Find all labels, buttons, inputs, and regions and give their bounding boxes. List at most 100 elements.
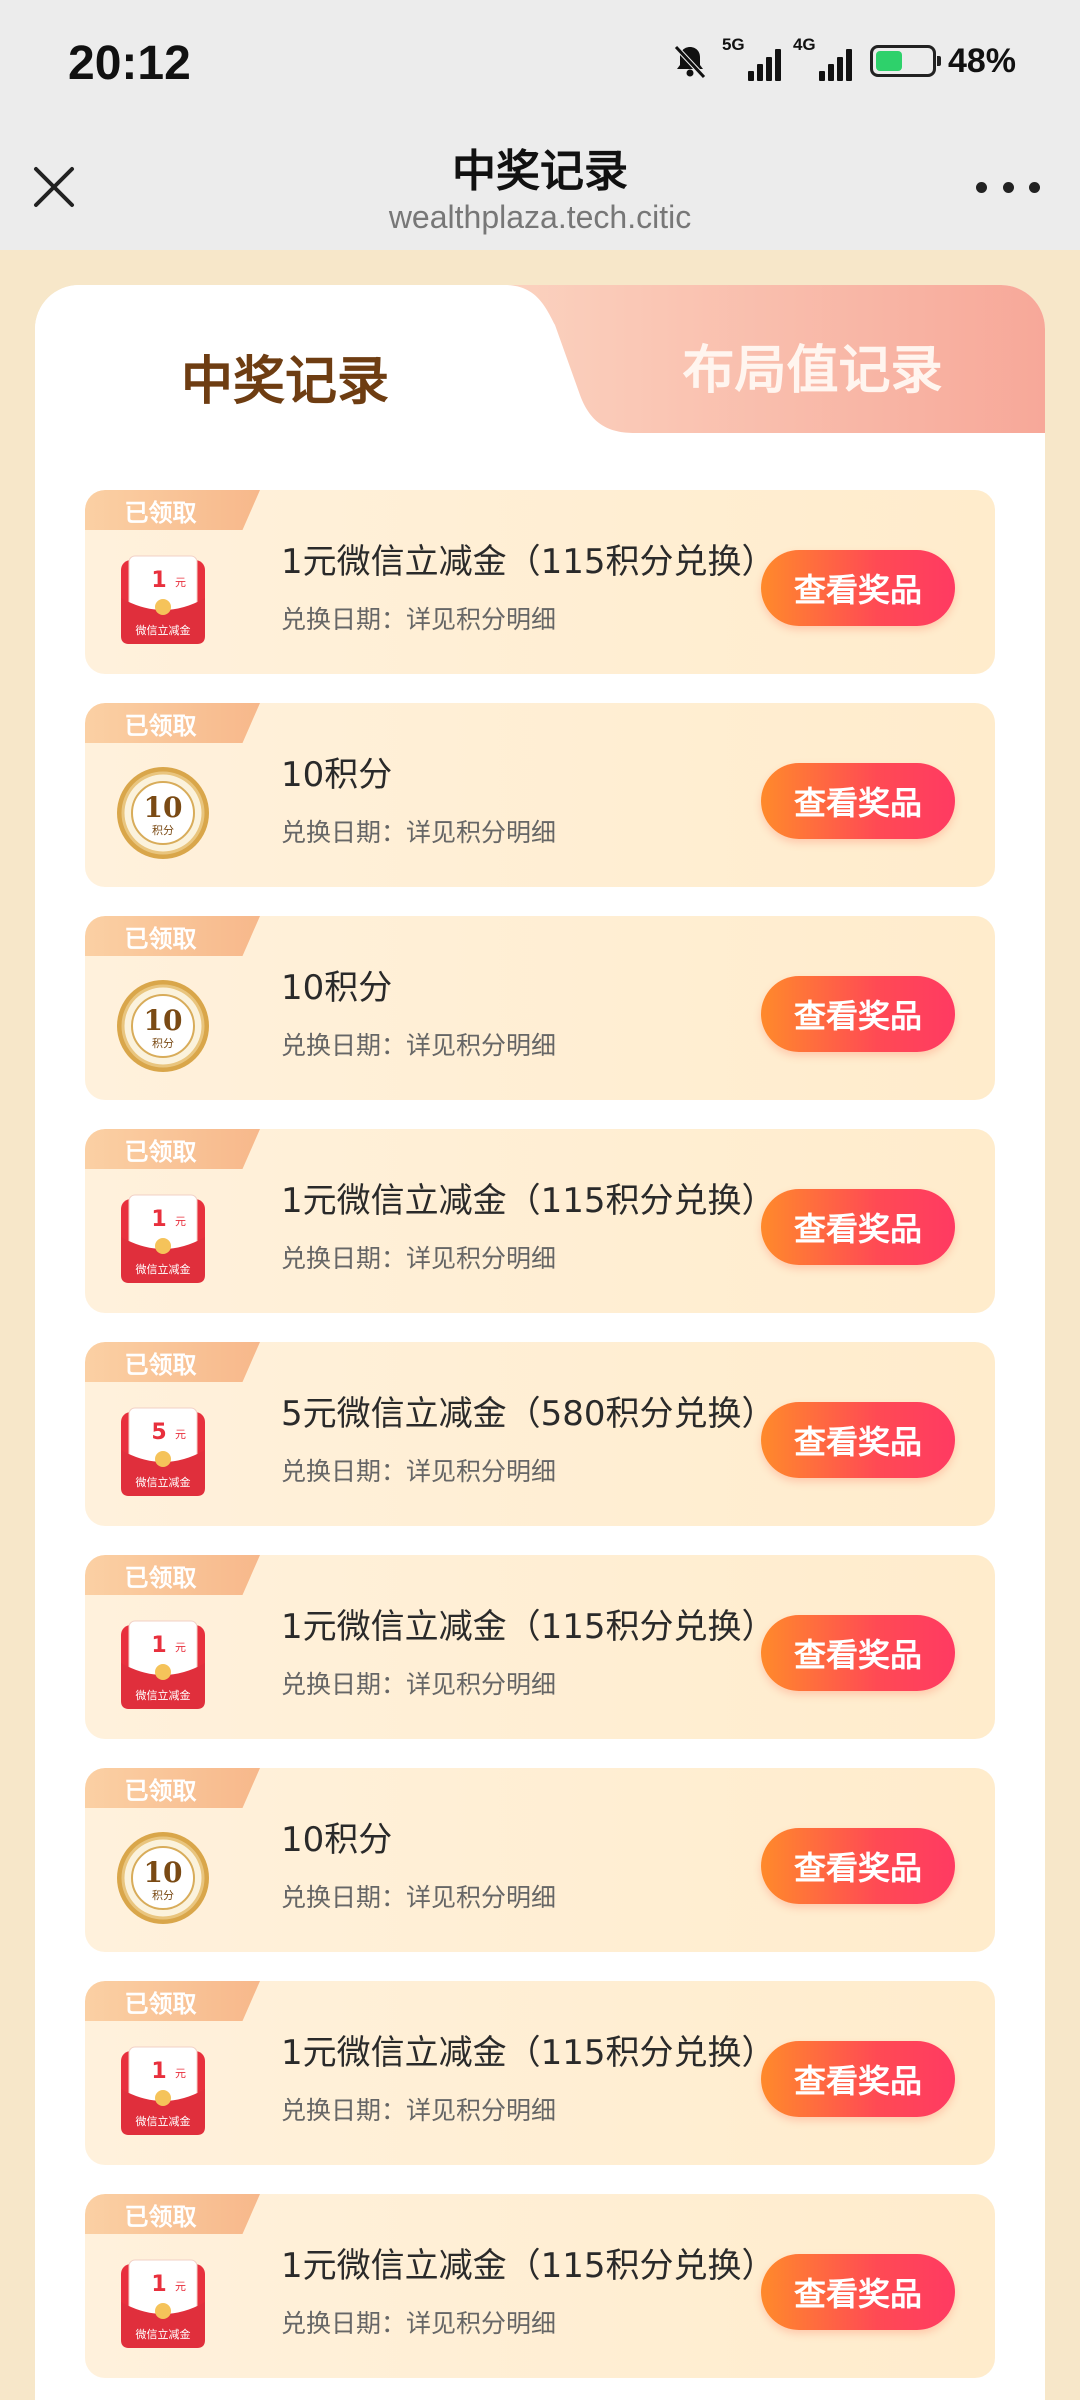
status-time: 20:12 — [68, 37, 191, 90]
view-prize-button[interactable]: 查看奖品 — [761, 1615, 955, 1691]
record-title: 10积分 — [281, 1820, 393, 1860]
svg-text:元: 元 — [175, 576, 186, 589]
view-prize-button[interactable]: 查看奖品 — [761, 2254, 955, 2330]
claimed-badge: 已领取 — [85, 1981, 260, 2021]
record-date: 兑换日期：详见积分明细 — [281, 1670, 557, 1699]
view-prize-button[interactable]: 查看奖品 — [761, 1402, 955, 1478]
record-date: 兑换日期：详见积分明细 — [281, 1244, 557, 1273]
prize-icon: 1 元微信立减金 — [115, 2256, 211, 2352]
claimed-badge: 已领取 — [85, 1768, 260, 1808]
svg-text:元: 元 — [175, 1428, 186, 1441]
record-date: 兑换日期：详见积分明细 — [281, 2096, 557, 2125]
claimed-badge: 已领取 — [85, 1342, 260, 1382]
record-date: 兑换日期：详见积分明细 — [281, 1031, 557, 1060]
svg-text:微信立减金: 微信立减金 — [136, 623, 191, 637]
record-card: 已领取 1 元微信立减金 1元微信立减金（115积分兑换） 兑换日期：详见积分明细… — [85, 490, 995, 674]
claimed-badge: 已领取 — [85, 2194, 260, 2234]
red-packet-icon: 1 元微信立减金 — [121, 555, 205, 644]
points-coin-icon: 10积分 — [117, 1832, 209, 1924]
record-card: 已领取 1 元微信立减金 1元微信立减金（115积分兑换） 兑换日期：详见积分明细… — [85, 1555, 995, 1739]
svg-text:元: 元 — [175, 2067, 186, 2080]
red-packet-icon: 1 元微信立减金 — [121, 1194, 205, 1283]
record-card: 已领取 1 元微信立减金 1元微信立减金（115积分兑换） 兑换日期：详见积分明细… — [85, 1981, 995, 2165]
tab-winning-records[interactable]: 中奖记录 — [35, 285, 535, 440]
svg-text:微信立减金: 微信立减金 — [136, 2114, 191, 2128]
svg-text:1: 1 — [151, 1633, 166, 1658]
prize-icon: 1 元微信立减金 — [115, 1617, 211, 1713]
record-date: 兑换日期：详见积分明细 — [281, 2309, 557, 2338]
claimed-badge: 已领取 — [85, 703, 260, 743]
claimed-badge: 已领取 — [85, 1129, 260, 1169]
record-title: 1元微信立减金（115积分兑换） — [281, 1181, 776, 1221]
view-prize-button[interactable]: 查看奖品 — [761, 550, 955, 626]
red-packet-icon: 1 元微信立减金 — [121, 1620, 205, 1709]
record-card: 已领取 1 元微信立减金 1元微信立减金（115积分兑换） 兑换日期：详见积分明细… — [85, 2194, 995, 2378]
svg-text:微信立减金: 微信立减金 — [136, 1262, 191, 1276]
claimed-badge: 已领取 — [85, 1555, 260, 1595]
more-icon[interactable] — [976, 177, 1040, 197]
record-date: 兑换日期：详见积分明细 — [281, 605, 557, 634]
prize-icon: 10 积分 — [115, 978, 211, 1074]
record-title: 1元微信立减金（115积分兑换） — [281, 1607, 776, 1647]
svg-text:微信立减金: 微信立减金 — [136, 2327, 191, 2341]
view-prize-button[interactable]: 查看奖品 — [761, 1189, 955, 1265]
record-card: 已领取 1 元微信立减金 1元微信立减金（115积分兑换） 兑换日期：详见积分明细… — [85, 1129, 995, 1313]
network-4g-label: 4G — [792, 35, 816, 54]
record-title: 1元微信立减金（115积分兑换） — [281, 542, 776, 582]
svg-text:积分: 积分 — [152, 1889, 174, 1902]
svg-text:5: 5 — [151, 1420, 166, 1445]
tab-layout-value-records[interactable]: 布局值记录 — [580, 285, 1045, 435]
record-title: 10积分 — [281, 755, 393, 795]
view-prize-button[interactable]: 查看奖品 — [761, 2041, 955, 2117]
svg-text:元: 元 — [175, 1215, 186, 1228]
record-card: 已领取 10 积分 10积分 兑换日期：详见积分明细 查看奖品 — [85, 1768, 995, 1952]
view-prize-button[interactable]: 查看奖品 — [761, 976, 955, 1052]
prize-icon: 1 元微信立减金 — [115, 552, 211, 648]
page-url: wealthplaza.tech.citic — [388, 199, 692, 235]
record-card: 已领取 10 积分 10积分 兑换日期：详见积分明细 查看奖品 — [85, 916, 995, 1100]
red-packet-icon: 5 元微信立减金 — [121, 1407, 205, 1496]
red-packet-icon: 1 元微信立减金 — [121, 2259, 205, 2348]
view-prize-button[interactable]: 查看奖品 — [761, 763, 955, 839]
records-panel: 中奖记录 布局值记录 已领取 1 元微信立减金 1元微信立减金（115积分兑换） … — [35, 285, 1045, 2400]
record-card: 已领取 5 元微信立减金 5元微信立减金（580积分兑换） 兑换日期：详见积分明细… — [85, 1342, 995, 1526]
battery-percent: 48% — [947, 41, 1016, 80]
svg-text:1: 1 — [151, 1207, 166, 1232]
claimed-badge: 已领取 — [85, 490, 260, 530]
svg-text:1: 1 — [151, 2059, 166, 2084]
records-list: 已领取 1 元微信立减金 1元微信立减金（115积分兑换） 兑换日期：详见积分明细… — [85, 490, 995, 2400]
svg-text:10: 10 — [144, 1856, 183, 1889]
system-icons: 5G 4G 48% — [670, 35, 1016, 84]
record-title: 1元微信立减金（115积分兑换） — [281, 2033, 776, 2073]
points-coin-icon: 10积分 — [117, 767, 209, 859]
points-coin-icon: 10积分 — [117, 980, 209, 1072]
prize-icon: 1 元微信立减金 — [115, 2043, 211, 2139]
svg-text:1: 1 — [151, 2272, 166, 2297]
svg-text:10: 10 — [144, 791, 183, 824]
bell-muted-icon — [674, 45, 706, 79]
svg-text:积分: 积分 — [152, 1037, 174, 1050]
nav-bar: 中奖记录 wealthplaza.tech.citic — [0, 125, 1080, 250]
battery-icon — [869, 45, 941, 77]
record-title: 5元微信立减金（580积分兑换） — [281, 1394, 776, 1434]
svg-text:微信立减金: 微信立减金 — [136, 1688, 191, 1702]
prize-icon: 5 元微信立减金 — [115, 1404, 211, 1500]
battery-level — [875, 51, 902, 71]
view-prize-button[interactable]: 查看奖品 — [761, 1828, 955, 1904]
svg-text:微信立减金: 微信立减金 — [136, 1475, 191, 1489]
prize-icon: 1 元微信立减金 — [115, 1191, 211, 1287]
prize-icon: 10 积分 — [115, 1830, 211, 1926]
prize-icon: 10 积分 — [115, 765, 211, 861]
red-packet-icon: 1 元微信立减金 — [121, 2046, 205, 2135]
network-5g-label: 5G — [721, 35, 745, 54]
svg-text:10: 10 — [144, 1004, 183, 1037]
record-title: 1元微信立减金（115积分兑换） — [281, 2246, 776, 2286]
signal-icon-4g: 4G — [793, 35, 852, 81]
record-date: 兑换日期：详见积分明细 — [281, 1883, 557, 1912]
svg-text:1: 1 — [151, 568, 166, 593]
svg-text:元: 元 — [175, 1641, 186, 1654]
page-title: 中奖记录 — [452, 146, 628, 197]
svg-text:元: 元 — [175, 2280, 186, 2293]
claimed-badge: 已领取 — [85, 916, 260, 956]
signal-icon-5g: 5G — [722, 35, 781, 81]
